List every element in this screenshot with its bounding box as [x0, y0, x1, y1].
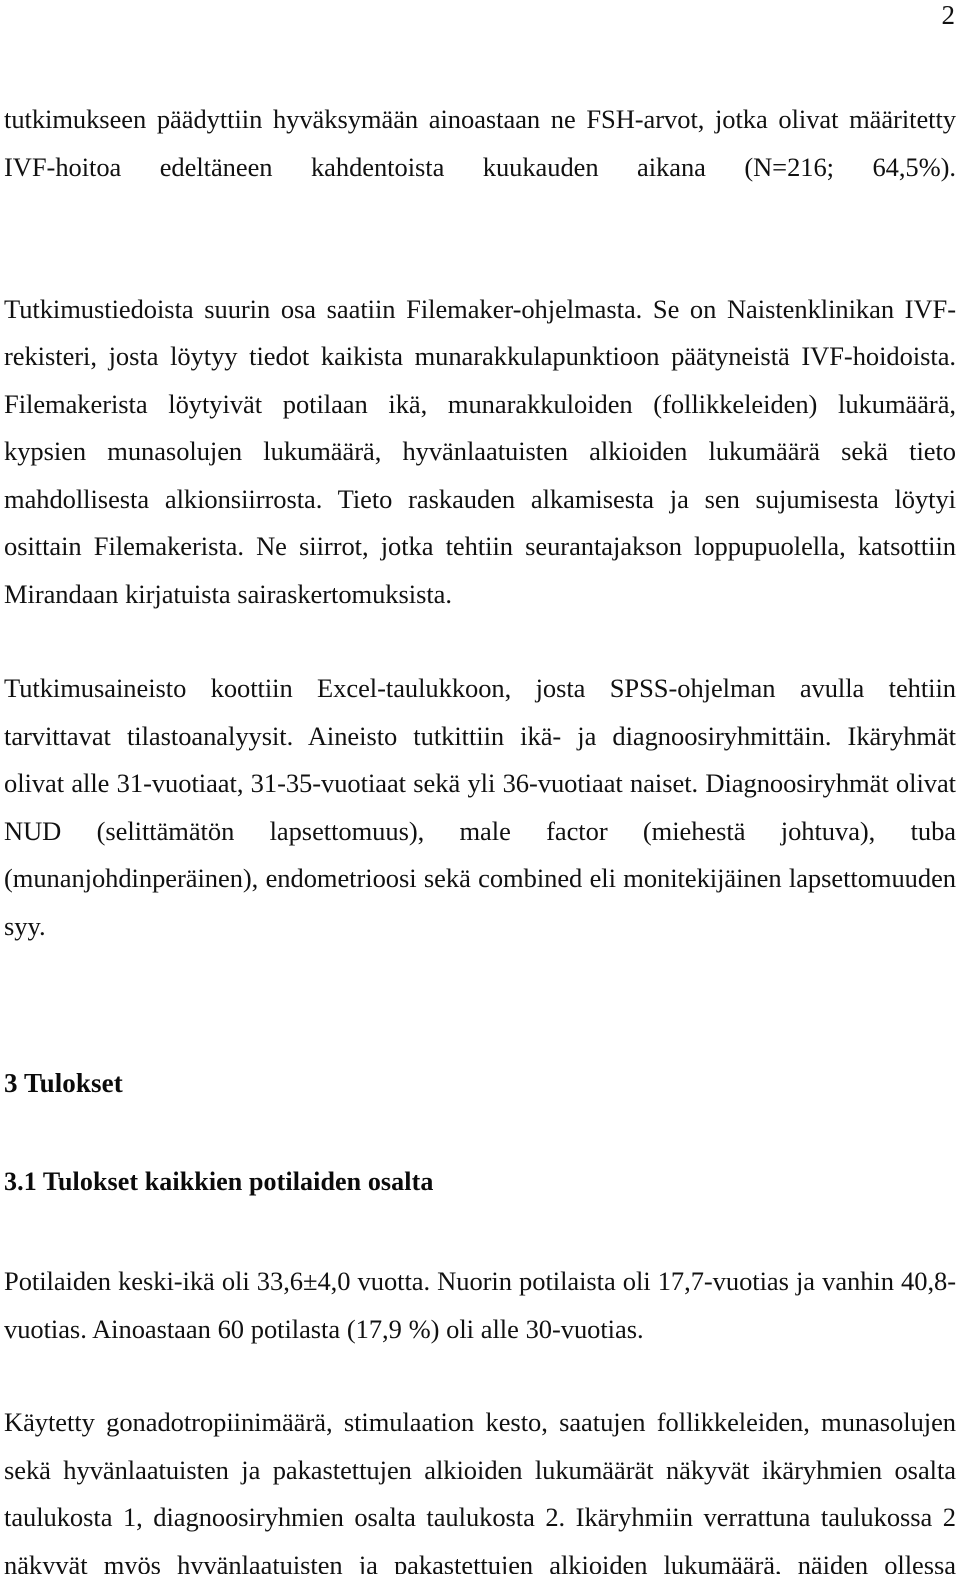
paragraph-data-sources: Tutkimustiedoista suurin osa saatiin Fil…	[4, 293, 956, 609]
heading-section-3: 3 Tulokset	[4, 1068, 123, 1098]
vertical-spacer	[4, 1200, 956, 1258]
vertical-spacer	[4, 950, 956, 1064]
document-page: 2 tutkimukseen päädyttiin hyväksymään ai…	[0, 0, 960, 1574]
paragraph-table-references: Käytetty gonadotropiinimäärä, stimulaati…	[4, 1407, 956, 1574]
paragraph-continuation: tutkimukseen päädyttiin hyväksymään aino…	[4, 104, 956, 182]
heading-section-3-1: 3.1 Tulokset kaikkien potilaiden osalta	[4, 1167, 434, 1196]
document-body: tutkimukseen päädyttiin hyväksymään aino…	[4, 96, 956, 1574]
page-number: 2	[941, 0, 956, 30]
vertical-spacer	[4, 1102, 956, 1164]
paragraph-methods-analysis: Tutkimusaineisto koottiin Excel-taulukko…	[4, 673, 956, 941]
paragraph-patient-age-results: Potilaiden keski-ikä oli 33,6±4,0 vuotta…	[4, 1266, 956, 1344]
